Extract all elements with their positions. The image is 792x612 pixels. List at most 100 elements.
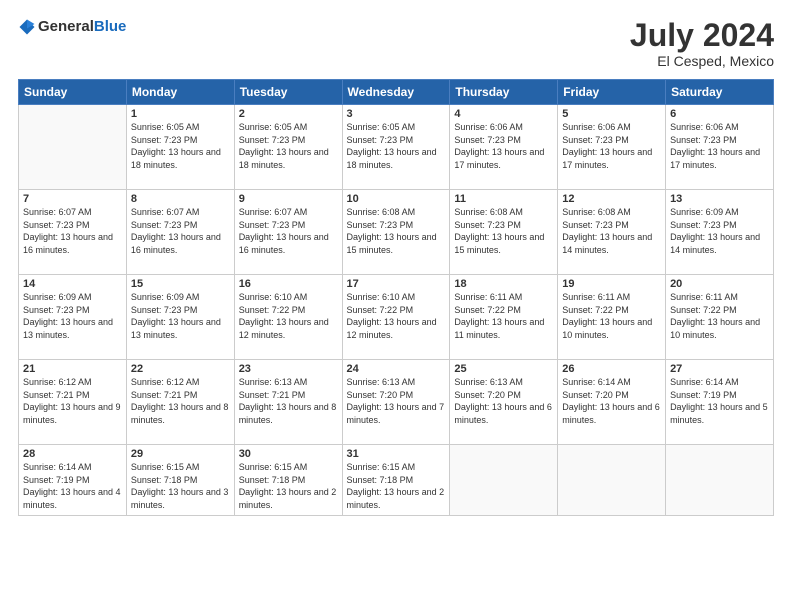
- day-number: 28: [23, 448, 122, 460]
- table-row: 25Sunrise: 6:13 AMSunset: 7:20 PMDayligh…: [450, 360, 558, 445]
- day-info: Sunrise: 6:05 AMSunset: 7:23 PMDaylight:…: [131, 121, 230, 171]
- calendar-header-row: Sunday Monday Tuesday Wednesday Thursday…: [19, 80, 774, 105]
- table-row: [450, 445, 558, 515]
- table-row: 9Sunrise: 6:07 AMSunset: 7:23 PMDaylight…: [234, 190, 342, 275]
- day-number: 7: [23, 193, 122, 205]
- title-block: July 2024 El Cesped, Mexico: [630, 18, 774, 69]
- day-number: 16: [239, 278, 338, 290]
- day-number: 25: [454, 363, 553, 375]
- location: El Cesped, Mexico: [630, 53, 774, 69]
- day-number: 5: [562, 108, 661, 120]
- table-row: 27Sunrise: 6:14 AMSunset: 7:19 PMDayligh…: [666, 360, 774, 445]
- logo-blue: Blue: [94, 18, 127, 35]
- table-row: 2Sunrise: 6:05 AMSunset: 7:23 PMDaylight…: [234, 105, 342, 190]
- day-info: Sunrise: 6:14 AMSunset: 7:19 PMDaylight:…: [23, 461, 122, 511]
- day-info: Sunrise: 6:15 AMSunset: 7:18 PMDaylight:…: [239, 461, 338, 511]
- col-sunday: Sunday: [19, 80, 127, 105]
- table-row: 13Sunrise: 6:09 AMSunset: 7:23 PMDayligh…: [666, 190, 774, 275]
- day-info: Sunrise: 6:06 AMSunset: 7:23 PMDaylight:…: [454, 121, 553, 171]
- day-info: Sunrise: 6:07 AMSunset: 7:23 PMDaylight:…: [239, 206, 338, 256]
- day-number: 2: [239, 108, 338, 120]
- day-info: Sunrise: 6:10 AMSunset: 7:22 PMDaylight:…: [347, 291, 446, 341]
- table-row: 19Sunrise: 6:11 AMSunset: 7:22 PMDayligh…: [558, 275, 666, 360]
- day-number: 13: [670, 193, 769, 205]
- col-tuesday: Tuesday: [234, 80, 342, 105]
- calendar-row: 7Sunrise: 6:07 AMSunset: 7:23 PMDaylight…: [19, 190, 774, 275]
- day-number: 23: [239, 363, 338, 375]
- header: GeneralBlue July 2024 El Cesped, Mexico: [18, 18, 774, 69]
- col-thursday: Thursday: [450, 80, 558, 105]
- table-row: 20Sunrise: 6:11 AMSunset: 7:22 PMDayligh…: [666, 275, 774, 360]
- day-number: 29: [131, 448, 230, 460]
- col-saturday: Saturday: [666, 80, 774, 105]
- day-info: Sunrise: 6:13 AMSunset: 7:21 PMDaylight:…: [239, 376, 338, 426]
- day-info: Sunrise: 6:12 AMSunset: 7:21 PMDaylight:…: [131, 376, 230, 426]
- day-info: Sunrise: 6:11 AMSunset: 7:22 PMDaylight:…: [670, 291, 769, 341]
- table-row: 6Sunrise: 6:06 AMSunset: 7:23 PMDaylight…: [666, 105, 774, 190]
- day-info: Sunrise: 6:08 AMSunset: 7:23 PMDaylight:…: [562, 206, 661, 256]
- day-info: Sunrise: 6:11 AMSunset: 7:22 PMDaylight:…: [562, 291, 661, 341]
- day-number: 22: [131, 363, 230, 375]
- day-number: 10: [347, 193, 446, 205]
- table-row: 30Sunrise: 6:15 AMSunset: 7:18 PMDayligh…: [234, 445, 342, 515]
- day-number: 6: [670, 108, 769, 120]
- day-info: Sunrise: 6:11 AMSunset: 7:22 PMDaylight:…: [454, 291, 553, 341]
- day-number: 14: [23, 278, 122, 290]
- table-row: [666, 445, 774, 515]
- table-row: 26Sunrise: 6:14 AMSunset: 7:20 PMDayligh…: [558, 360, 666, 445]
- calendar-row: 14Sunrise: 6:09 AMSunset: 7:23 PMDayligh…: [19, 275, 774, 360]
- day-number: 27: [670, 363, 769, 375]
- month-title: July 2024: [630, 18, 774, 53]
- day-info: Sunrise: 6:05 AMSunset: 7:23 PMDaylight:…: [239, 121, 338, 171]
- page: GeneralBlue July 2024 El Cesped, Mexico …: [0, 0, 792, 612]
- day-info: Sunrise: 6:09 AMSunset: 7:23 PMDaylight:…: [131, 291, 230, 341]
- col-monday: Monday: [126, 80, 234, 105]
- day-info: Sunrise: 6:10 AMSunset: 7:22 PMDaylight:…: [239, 291, 338, 341]
- day-info: Sunrise: 6:14 AMSunset: 7:20 PMDaylight:…: [562, 376, 661, 426]
- day-number: 26: [562, 363, 661, 375]
- calendar-table: Sunday Monday Tuesday Wednesday Thursday…: [18, 79, 774, 515]
- table-row: 8Sunrise: 6:07 AMSunset: 7:23 PMDaylight…: [126, 190, 234, 275]
- calendar-row: 1Sunrise: 6:05 AMSunset: 7:23 PMDaylight…: [19, 105, 774, 190]
- table-row: 15Sunrise: 6:09 AMSunset: 7:23 PMDayligh…: [126, 275, 234, 360]
- table-row: 3Sunrise: 6:05 AMSunset: 7:23 PMDaylight…: [342, 105, 450, 190]
- calendar-row: 28Sunrise: 6:14 AMSunset: 7:19 PMDayligh…: [19, 445, 774, 515]
- table-row: 17Sunrise: 6:10 AMSunset: 7:22 PMDayligh…: [342, 275, 450, 360]
- table-row: 18Sunrise: 6:11 AMSunset: 7:22 PMDayligh…: [450, 275, 558, 360]
- day-info: Sunrise: 6:06 AMSunset: 7:23 PMDaylight:…: [670, 121, 769, 171]
- day-info: Sunrise: 6:15 AMSunset: 7:18 PMDaylight:…: [131, 461, 230, 511]
- day-number: 8: [131, 193, 230, 205]
- col-wednesday: Wednesday: [342, 80, 450, 105]
- day-info: Sunrise: 6:09 AMSunset: 7:23 PMDaylight:…: [23, 291, 122, 341]
- logo-icon: [18, 18, 36, 36]
- day-info: Sunrise: 6:14 AMSunset: 7:19 PMDaylight:…: [670, 376, 769, 426]
- day-info: Sunrise: 6:15 AMSunset: 7:18 PMDaylight:…: [347, 461, 446, 511]
- day-number: 4: [454, 108, 553, 120]
- day-info: Sunrise: 6:07 AMSunset: 7:23 PMDaylight:…: [23, 206, 122, 256]
- day-number: 11: [454, 193, 553, 205]
- day-number: 21: [23, 363, 122, 375]
- col-friday: Friday: [558, 80, 666, 105]
- logo-general: General: [38, 18, 94, 35]
- table-row: 28Sunrise: 6:14 AMSunset: 7:19 PMDayligh…: [19, 445, 127, 515]
- table-row: 16Sunrise: 6:10 AMSunset: 7:22 PMDayligh…: [234, 275, 342, 360]
- day-number: 18: [454, 278, 553, 290]
- table-row: 14Sunrise: 6:09 AMSunset: 7:23 PMDayligh…: [19, 275, 127, 360]
- day-number: 1: [131, 108, 230, 120]
- day-number: 30: [239, 448, 338, 460]
- table-row: 12Sunrise: 6:08 AMSunset: 7:23 PMDayligh…: [558, 190, 666, 275]
- day-number: 20: [670, 278, 769, 290]
- day-info: Sunrise: 6:12 AMSunset: 7:21 PMDaylight:…: [23, 376, 122, 426]
- day-info: Sunrise: 6:08 AMSunset: 7:23 PMDaylight:…: [347, 206, 446, 256]
- day-number: 17: [347, 278, 446, 290]
- day-info: Sunrise: 6:09 AMSunset: 7:23 PMDaylight:…: [670, 206, 769, 256]
- day-number: 24: [347, 363, 446, 375]
- day-number: 15: [131, 278, 230, 290]
- day-info: Sunrise: 6:06 AMSunset: 7:23 PMDaylight:…: [562, 121, 661, 171]
- table-row: 5Sunrise: 6:06 AMSunset: 7:23 PMDaylight…: [558, 105, 666, 190]
- day-info: Sunrise: 6:13 AMSunset: 7:20 PMDaylight:…: [347, 376, 446, 426]
- day-number: 9: [239, 193, 338, 205]
- day-info: Sunrise: 6:07 AMSunset: 7:23 PMDaylight:…: [131, 206, 230, 256]
- table-row: 22Sunrise: 6:12 AMSunset: 7:21 PMDayligh…: [126, 360, 234, 445]
- day-number: 12: [562, 193, 661, 205]
